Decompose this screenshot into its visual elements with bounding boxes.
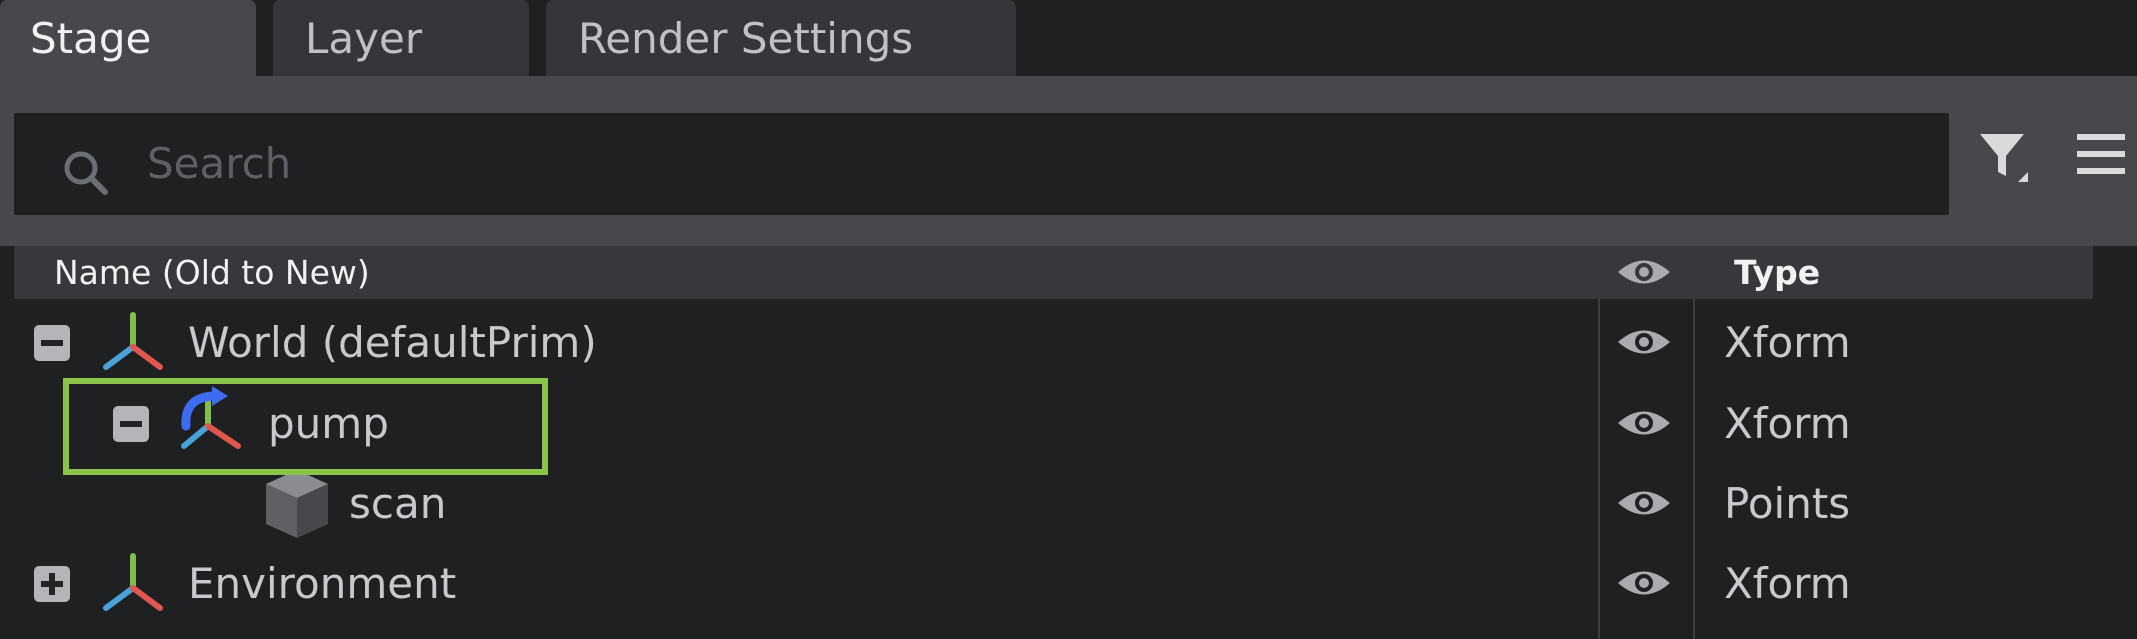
tree-header: Name (Old to New) Type: [14, 246, 2093, 299]
eye-icon[interactable]: [1616, 566, 1672, 600]
hamburger-menu-icon[interactable]: [2077, 132, 2125, 176]
tab-render-settings-label: Render Settings: [578, 13, 914, 63]
tab-render-settings[interactable]: Render Settings: [546, 0, 1016, 76]
filter-icon[interactable]: [1976, 128, 2032, 184]
tree-row-type: Points: [1724, 479, 1851, 528]
tree-row-label: scan: [349, 479, 447, 528]
tab-layer-label: Layer: [305, 13, 423, 63]
search-icon: [64, 151, 108, 195]
name-column-header[interactable]: Name (Old to New): [54, 246, 370, 299]
xform-axis-icon: [103, 312, 163, 370]
eye-icon[interactable]: [1616, 406, 1672, 440]
eye-icon[interactable]: [1616, 486, 1672, 520]
tree-row-world[interactable]: World (defaultPrim) Xform: [14, 303, 2093, 383]
search-input[interactable]: Search: [14, 113, 1949, 215]
collapse-icon[interactable]: [34, 325, 70, 361]
points-cube-icon: [266, 470, 328, 538]
tree-row-scan[interactable]: scan Points: [14, 464, 2093, 544]
expand-icon[interactable]: [34, 566, 70, 602]
search-placeholder: Search: [147, 139, 292, 188]
tab-bar: Stage Layer Render Settings: [0, 0, 2137, 76]
tree-row-type: Xform: [1724, 399, 1851, 448]
tree-row-label: Environment: [188, 559, 457, 608]
tree-row-type: Xform: [1724, 559, 1851, 608]
tree-row-type: Xform: [1724, 318, 1851, 367]
tab-layer[interactable]: Layer: [273, 0, 529, 76]
eye-icon[interactable]: [1616, 255, 1672, 289]
xform-axis-icon: [103, 553, 163, 611]
eye-icon[interactable]: [1616, 325, 1672, 359]
tree-row-environment[interactable]: Environment Xform: [14, 544, 2093, 624]
highlight-box: [63, 378, 548, 475]
tab-stage[interactable]: Stage: [0, 0, 256, 76]
tab-stage-label: Stage: [30, 13, 152, 63]
type-column-header[interactable]: Type: [1734, 246, 1820, 299]
tree-row-label: World (defaultPrim): [188, 318, 597, 367]
